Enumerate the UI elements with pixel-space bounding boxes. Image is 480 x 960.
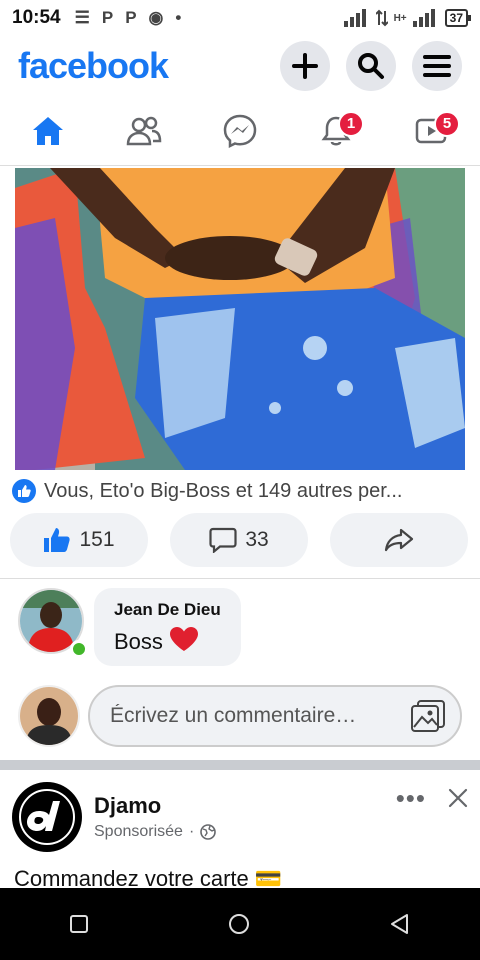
notification-badge: 1 bbox=[338, 110, 364, 137]
tab-watch[interactable]: 5 bbox=[402, 101, 462, 161]
signal-icon bbox=[343, 9, 366, 27]
like-reaction-icon bbox=[12, 479, 36, 503]
tab-friends[interactable] bbox=[114, 101, 174, 161]
main-nav-tabs: 1 5 bbox=[0, 96, 480, 166]
home-button-icon[interactable] bbox=[227, 912, 251, 936]
share-icon bbox=[384, 528, 414, 552]
like-count: 151 bbox=[79, 528, 115, 551]
tab-notifications[interactable]: 1 bbox=[306, 101, 366, 161]
sponsored-label: Sponsorisée bbox=[94, 823, 183, 840]
meta-separator: · bbox=[188, 823, 195, 840]
comment-text: Boss bbox=[114, 626, 221, 658]
post-photo-illustration bbox=[15, 168, 465, 470]
comment-author[interactable]: Jean De Dieu bbox=[114, 600, 221, 620]
search-button[interactable] bbox=[346, 41, 396, 91]
news-icon: ☰ bbox=[74, 8, 90, 27]
sponsor-meta: Sponsorisée · bbox=[94, 823, 217, 841]
tab-messenger[interactable] bbox=[210, 101, 270, 161]
back-icon[interactable] bbox=[388, 912, 412, 936]
friends-icon bbox=[126, 116, 162, 145]
p-app-icon: P bbox=[101, 8, 114, 27]
reactions-text: Vous, Eto'o Big-Boss et 149 autres per..… bbox=[44, 479, 403, 502]
search-icon bbox=[358, 53, 384, 79]
sponsored-post-header: Djamo Sponsorisée · ••• bbox=[12, 782, 468, 852]
post-actions: 151 33 bbox=[10, 513, 470, 567]
sponsor-actions: ••• bbox=[396, 785, 468, 811]
data-arrows-icon bbox=[375, 9, 388, 27]
divider bbox=[0, 578, 480, 579]
comment-input[interactable]: Écrivez un commentaire… bbox=[88, 685, 462, 747]
status-right: H+ 37 bbox=[343, 9, 472, 27]
more-options-icon[interactable]: ••• bbox=[396, 785, 426, 811]
comment-button[interactable]: 33 bbox=[170, 513, 308, 567]
comment-body: Boss bbox=[114, 629, 163, 654]
comment-bubble[interactable]: Jean De Dieu Boss bbox=[94, 588, 241, 666]
heart-emoji bbox=[169, 626, 199, 658]
header-actions bbox=[280, 41, 462, 91]
comment-item: Jean De Dieu Boss bbox=[18, 588, 458, 668]
sponsored-post-text: Commandez votre carte 💳 bbox=[14, 866, 283, 888]
facebook-logo[interactable]: facebook bbox=[18, 45, 169, 87]
share-button[interactable] bbox=[330, 513, 468, 567]
messenger-notif-icon: ◉ bbox=[148, 8, 164, 27]
status-bar: 10:54 ☰ P P ◉ • H+ 37 bbox=[0, 0, 480, 36]
globe-icon bbox=[200, 824, 217, 840]
djamo-logo[interactable] bbox=[12, 782, 82, 852]
feed-separator bbox=[0, 760, 480, 770]
network-type: H+ bbox=[393, 12, 407, 24]
menu-button[interactable] bbox=[412, 41, 462, 91]
watch-badge: 5 bbox=[434, 110, 460, 137]
dot-icon: • bbox=[175, 8, 182, 27]
status-notification-icons: ☰ P P ◉ • bbox=[75, 8, 182, 28]
battery-indicator: 37 bbox=[444, 9, 472, 27]
sponsor-name[interactable]: Djamo bbox=[94, 793, 216, 819]
messenger-icon bbox=[223, 114, 257, 148]
app-header: facebook bbox=[0, 36, 480, 96]
tab-home[interactable] bbox=[18, 101, 78, 161]
sponsor-info: Djamo Sponsorisée · bbox=[94, 793, 217, 841]
photo-attach-icon[interactable] bbox=[410, 699, 446, 733]
create-button[interactable] bbox=[280, 41, 330, 91]
system-navigation-bar bbox=[0, 888, 480, 960]
menu-icon bbox=[423, 55, 451, 77]
plus-icon bbox=[292, 53, 318, 79]
status-time: 10:54 bbox=[12, 7, 61, 28]
thumbs-up-icon bbox=[44, 528, 71, 552]
close-icon[interactable] bbox=[448, 788, 468, 808]
reactions-summary[interactable]: Vous, Eto'o Big-Boss et 149 autres per..… bbox=[12, 477, 472, 505]
write-comment-row: Écrivez un commentaire… bbox=[18, 684, 462, 748]
signal-icon bbox=[412, 9, 435, 27]
my-avatar[interactable] bbox=[18, 685, 80, 747]
home-icon bbox=[33, 116, 63, 145]
online-status-indicator bbox=[70, 640, 88, 658]
p-app-icon: P bbox=[125, 8, 137, 27]
recent-apps-icon[interactable] bbox=[68, 913, 90, 935]
comment-placeholder: Écrivez un commentaire… bbox=[110, 704, 357, 727]
comment-icon bbox=[209, 527, 237, 553]
like-button[interactable]: 151 bbox=[10, 513, 148, 567]
comment-count: 33 bbox=[245, 528, 269, 551]
post-photo[interactable] bbox=[15, 168, 465, 470]
